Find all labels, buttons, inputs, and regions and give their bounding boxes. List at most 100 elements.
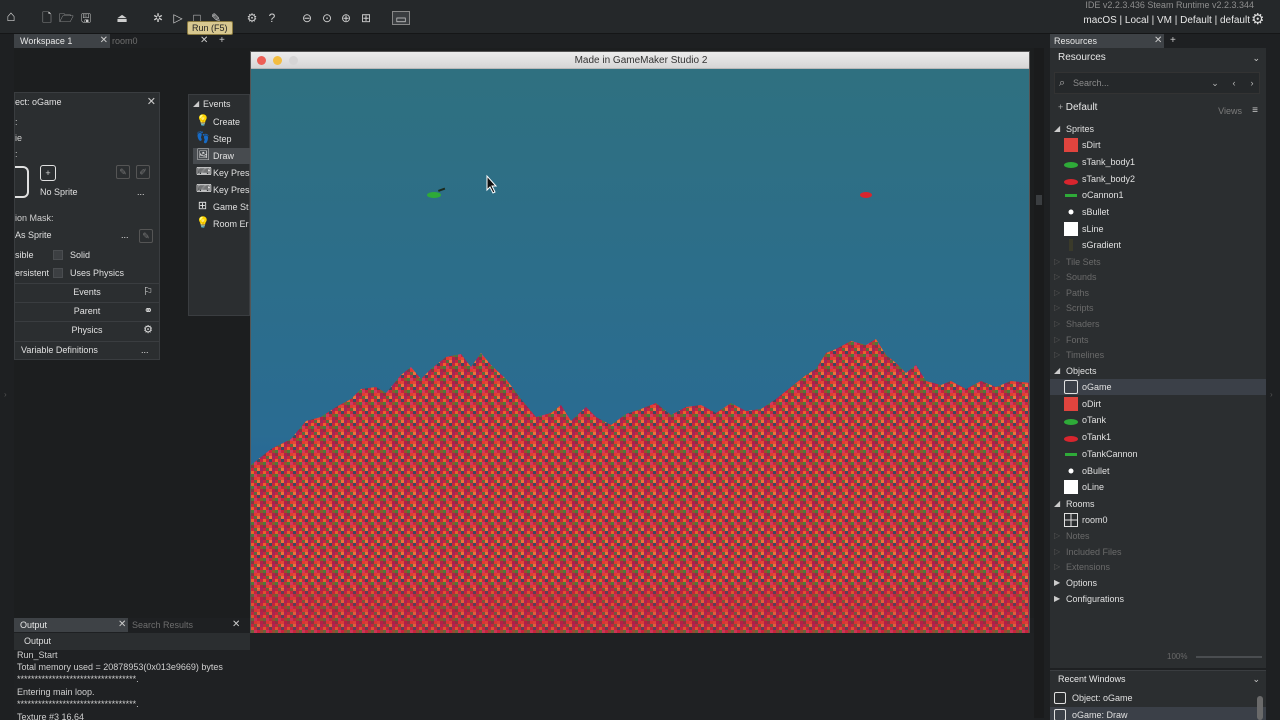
tree-folder-paths[interactable]: ▷ Paths <box>1050 285 1266 301</box>
tree-item-ogame[interactable]: oGame <box>1050 379 1266 395</box>
event-step[interactable]: 👣 Step <box>193 131 251 147</box>
tab-workspace-1[interactable]: Workspace 1 ✕ <box>14 34 110 48</box>
sprite-preview[interactable] <box>15 166 29 198</box>
zoom-reset-icon[interactable]: ⊙ <box>320 11 334 25</box>
sprite-more-button[interactable]: ... <box>137 187 145 197</box>
event-create[interactable]: 💡 Create <box>193 114 251 130</box>
tree-item-otank[interactable]: oTank <box>1050 412 1266 428</box>
tab-search-results[interactable]: Search Results <box>132 618 193 632</box>
tree-item-obullet[interactable]: oBullet <box>1050 463 1266 479</box>
variable-definitions-button[interactable]: Variable Definitions ... <box>15 341 159 358</box>
close-icon[interactable]: ✕ <box>147 95 156 108</box>
save-project-icon[interactable]: 🖫 <box>79 11 93 25</box>
vardef-more-button[interactable]: ... <box>141 342 149 359</box>
debug-icon[interactable]: ✲ <box>151 11 165 25</box>
mask-more-button[interactable]: ... <box>121 230 129 240</box>
help-icon[interactable]: ? <box>265 11 279 25</box>
tree-folder-included-files[interactable]: ▷ Included Files <box>1050 544 1266 560</box>
target-selector[interactable]: macOS | Local | VM | Default | default <box>1083 15 1250 26</box>
tree-folder-objects[interactable]: ◢ Objects <box>1050 363 1266 379</box>
tree-item-ocannon1[interactable]: oCannon1 <box>1050 187 1266 203</box>
right-dock-arrow-icon[interactable]: › <box>1270 390 1273 399</box>
search-prev-icon[interactable]: ‹ <box>1227 76 1241 90</box>
tree-item-stank-body2[interactable]: sTank_body2 <box>1050 171 1266 187</box>
tree-folder-scripts[interactable]: ▷ Scripts <box>1050 300 1266 316</box>
tree-item-oline[interactable]: oLine <box>1050 479 1266 495</box>
tree-item-otank1[interactable]: oTank1 <box>1050 429 1266 445</box>
collapse-caret-icon[interactable]: ◢ <box>193 99 199 108</box>
add-workspace-icon[interactable]: + <box>219 34 225 48</box>
search-next-icon[interactable]: › <box>1245 76 1259 90</box>
edit-sprite-image-icon: ✐ <box>136 165 150 179</box>
event-key-press-2[interactable]: ⌨ Key Pres <box>193 182 251 198</box>
uses-physics-checkbox[interactable] <box>53 268 63 278</box>
tab-room0[interactable]: room0 <box>110 34 200 48</box>
tree-folder-notes[interactable]: ▷ Notes <box>1050 528 1266 544</box>
tree-folder-extensions[interactable]: ▷ Extensions <box>1050 559 1266 575</box>
recent-item-object-ogame[interactable]: Object: oGame <box>1050 690 1266 706</box>
zoom-out-icon[interactable]: ⊖ <box>300 11 314 25</box>
tree-folder-rooms[interactable]: ◢ Rooms <box>1050 496 1266 512</box>
tree-folder-fonts[interactable]: ▷ Fonts <box>1050 332 1266 348</box>
tree-folder-options[interactable]: ▶ Options <box>1050 575 1266 591</box>
settings-gear-icon[interactable]: ⚙ <box>245 11 259 25</box>
events-button[interactable]: Events ⚐ <box>15 283 159 300</box>
monitor-icon[interactable]: ▭ <box>392 11 410 26</box>
physics-button[interactable]: Physics ⚙ <box>15 321 159 338</box>
hamburger-menu-icon[interactable]: ≡ <box>1252 105 1258 116</box>
tree-item-otankcannon[interactable]: oTankCannon <box>1050 446 1266 462</box>
resources-search-input[interactable] <box>1073 76 1203 90</box>
open-project-icon[interactable]: 🗁 <box>59 11 74 25</box>
add-tab-icon[interactable]: + <box>1170 34 1176 48</box>
game-canvas[interactable] <box>251 69 1030 652</box>
game-window-titlebar[interactable]: Made in GameMaker Studio 2 <box>251 52 1029 69</box>
resources-group-default[interactable]: + Default <box>1058 102 1097 113</box>
solid-checkbox[interactable] <box>53 250 63 260</box>
resources-zoom-slider[interactable] <box>1196 656 1262 658</box>
sprite-value[interactable]: No Sprite <box>40 187 78 197</box>
workspace-scrollbar[interactable] <box>1034 48 1044 718</box>
event-room-end[interactable]: 💡 Room Er <box>193 216 251 232</box>
views-label[interactable]: Views <box>1218 106 1242 116</box>
tree-folder-sprites[interactable]: ◢ Sprites <box>1050 121 1266 137</box>
tree-folder-configurations[interactable]: ▶ Configurations <box>1050 591 1266 607</box>
parent-button[interactable]: Parent ⚭ <box>15 302 159 319</box>
search-dropdown-icon[interactable]: ⌄ <box>1208 76 1222 90</box>
recent-windows-scrollbar[interactable] <box>1257 696 1263 720</box>
tree-folder-sounds[interactable]: ▷ Sounds <box>1050 269 1266 285</box>
scrollbar-thumb[interactable] <box>1036 195 1042 205</box>
tree-item-room0[interactable]: room0 <box>1050 512 1266 528</box>
event-key-press-1[interactable]: ⌨ Key Pres <box>193 165 251 181</box>
fit-view-icon[interactable]: ⊞ <box>359 11 373 25</box>
recent-item-ogame-draw[interactable]: oGame: Draw <box>1050 707 1266 720</box>
tree-folder-tile-sets[interactable]: ▷ Tile Sets <box>1050 254 1266 270</box>
tree-item-stank-body1[interactable]: sTank_body1 <box>1050 154 1266 170</box>
close-icon[interactable]: ✕ <box>100 34 108 48</box>
target-settings-gear-icon[interactable]: ⚙ <box>1251 12 1267 28</box>
tree-folder-shaders[interactable]: ▷ Shaders <box>1050 316 1266 332</box>
tree-item-sbullet[interactable]: sBullet <box>1050 204 1266 220</box>
left-dock-arrow-icon[interactable]: › <box>4 390 7 399</box>
close-icon[interactable]: ✕ <box>118 618 126 632</box>
tree-item-sline[interactable]: sLine <box>1050 221 1266 237</box>
new-project-icon[interactable]: 🗋 <box>40 11 54 25</box>
tree-item-odirt[interactable]: oDirt <box>1050 396 1266 412</box>
close-icon[interactable]: ✕ <box>232 618 240 632</box>
event-draw[interactable]: 🖼 Draw <box>193 148 251 164</box>
tab-resources[interactable]: Resources ✕ <box>1050 34 1164 48</box>
tree-item-sdirt[interactable]: sDirt <box>1050 137 1266 153</box>
close-icon[interactable]: ✕ <box>1154 34 1162 48</box>
chevron-down-icon[interactable]: ⌄ <box>1252 48 1260 68</box>
export-icon[interactable]: ⏏ <box>115 11 129 25</box>
zoom-in-icon[interactable]: ⊕ <box>339 11 353 25</box>
chevron-down-icon[interactable]: ⌄ <box>1252 674 1260 685</box>
run-icon[interactable]: ▷ <box>171 11 185 25</box>
sprite-select-icon[interactable]: + <box>40 165 56 181</box>
event-game-start[interactable]: ⊞ Game St <box>193 199 251 215</box>
tab-output[interactable]: Output ✕ <box>14 618 128 632</box>
collision-mask-value[interactable]: As Sprite <box>15 230 52 240</box>
tree-folder-timelines[interactable]: ▷ Timelines <box>1050 347 1266 363</box>
home-icon[interactable]: ⌂ <box>4 9 18 24</box>
tree-item-sgradient[interactable]: sGradient <box>1050 237 1266 253</box>
close-icon[interactable]: ✕ <box>200 34 208 48</box>
